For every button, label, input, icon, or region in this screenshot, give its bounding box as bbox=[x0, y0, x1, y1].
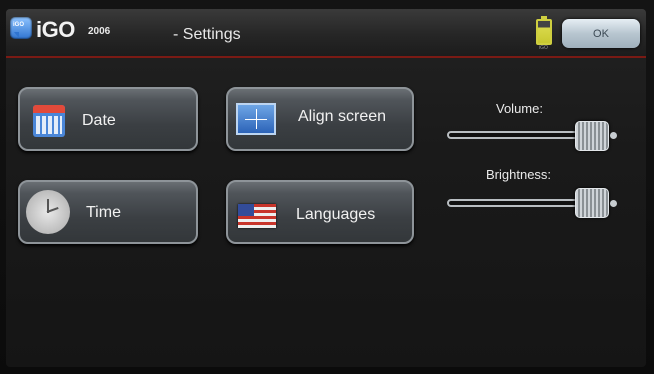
brand-logo: iGO bbox=[36, 17, 75, 42]
date-button[interactable]: Date bbox=[18, 87, 198, 151]
brightness-label: Brightness: bbox=[486, 167, 552, 182]
brand-year: 2006 bbox=[88, 26, 111, 37]
align-screen-label: Align screen bbox=[298, 108, 387, 125]
calendar-icon bbox=[33, 105, 65, 137]
device-frame: iGO iGO 2006 - Settings iGO OK Date Alig… bbox=[0, 0, 654, 374]
align-screen-icon bbox=[236, 103, 276, 135]
languages-button[interactable]: Languages bbox=[226, 180, 414, 244]
header-bar: iGO iGO 2006 - Settings iGO OK bbox=[6, 9, 646, 58]
battery-icon bbox=[536, 16, 552, 45]
screen: iGO iGO 2006 - Settings iGO OK Date Alig… bbox=[6, 9, 646, 367]
page-title: - Settings bbox=[173, 26, 241, 43]
battery-caption: iGO bbox=[539, 45, 548, 51]
brightness-slider-thumb[interactable] bbox=[575, 188, 609, 218]
app-icon-text: iGO bbox=[13, 22, 25, 28]
clock-icon bbox=[26, 190, 70, 234]
volume-slider-end-knob bbox=[610, 132, 617, 139]
time-button[interactable]: Time bbox=[18, 180, 198, 244]
volume-slider-thumb[interactable] bbox=[575, 121, 609, 151]
languages-label: Languages bbox=[296, 206, 376, 223]
ok-button[interactable]: OK bbox=[562, 19, 640, 48]
app-icon: iGO bbox=[10, 17, 32, 39]
date-label: Date bbox=[82, 112, 116, 129]
brightness-slider-end-knob bbox=[610, 200, 617, 207]
flag-icon bbox=[238, 204, 276, 228]
time-label: Time bbox=[86, 204, 121, 221]
align-screen-button[interactable]: Align screen bbox=[226, 87, 414, 151]
volume-label: Volume: bbox=[496, 101, 543, 116]
